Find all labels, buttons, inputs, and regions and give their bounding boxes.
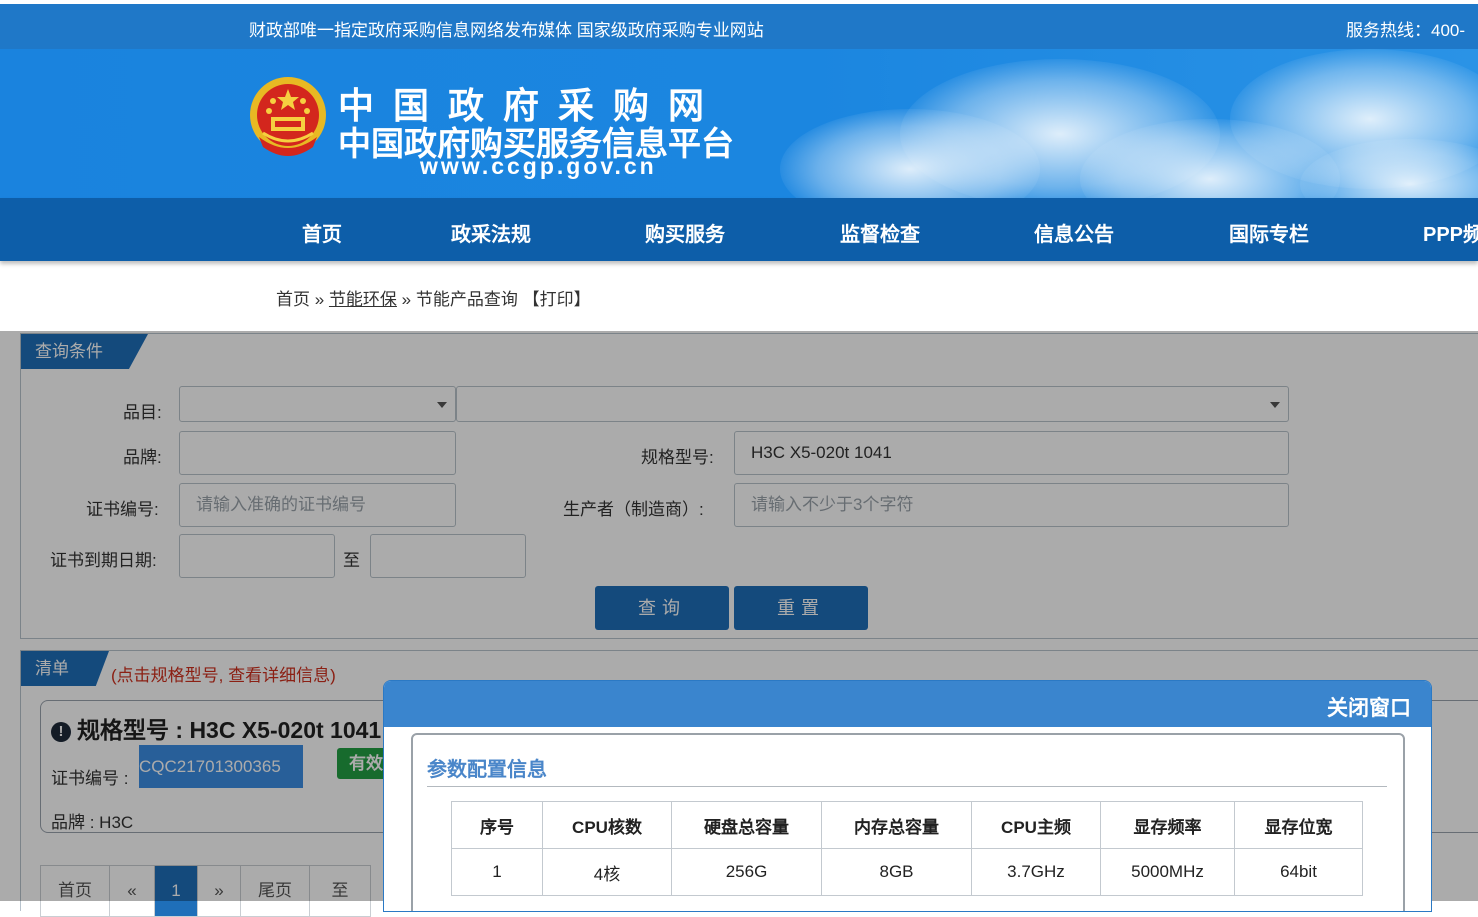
param-modal: 关闭窗口 参数配置信息 序号 CPU核数 硬盘总容量 内存总容量 CPU主频 显…	[383, 680, 1432, 912]
breadcrumb-separator: »	[401, 290, 412, 309]
print-link[interactable]: 【打印】	[523, 290, 591, 309]
param-table: 序号 CPU核数 硬盘总容量 内存总容量 CPU主频 显存频率 显存位宽 1 4…	[451, 801, 1363, 896]
breadcrumb-home[interactable]: 首页	[276, 290, 310, 309]
national-emblem-icon	[250, 77, 326, 156]
column-header: CPU核数	[542, 801, 672, 849]
column-header: 显存频率	[1100, 801, 1235, 849]
site-banner: 中国政府采购网 中国政府购买服务信息平台 www.ccgp.gov.cn	[0, 49, 1478, 198]
nav-item-ppp[interactable]: PPP频	[1423, 218, 1478, 247]
service-hotline: 服务热线：400-	[1346, 21, 1466, 40]
nav-item-announcements[interactable]: 信息公告	[1034, 218, 1114, 247]
main-nav: 首页 政采法规 购买服务 监督检查 信息公告 国际专栏 PPP频	[0, 198, 1478, 261]
divider	[427, 786, 1387, 787]
column-header: CPU主频	[971, 801, 1101, 849]
column-header: 内存总容量	[821, 801, 972, 849]
breadcrumb: 首页 » 节能环保 » 节能产品查询 【打印】	[276, 285, 591, 310]
param-section-title: 参数配置信息	[427, 759, 547, 781]
nav-item-home[interactable]: 首页	[302, 218, 342, 247]
table-cell: 8GB	[821, 848, 972, 896]
column-header: 显存位宽	[1234, 801, 1363, 849]
nav-item-supervision[interactable]: 监督检查	[840, 218, 920, 247]
close-window-button[interactable]: 关闭窗口	[1327, 692, 1411, 722]
breadcrumb-separator: »	[314, 290, 325, 309]
table-cell: 256G	[671, 848, 822, 896]
table-cell: 1	[451, 848, 543, 896]
column-header: 序号	[451, 801, 543, 849]
nav-item-purchase-services[interactable]: 购买服务	[645, 218, 725, 247]
param-section: 参数配置信息 序号 CPU核数 硬盘总容量 内存总容量 CPU主频 显存频率 显…	[411, 733, 1405, 911]
nav-item-international[interactable]: 国际专栏	[1229, 218, 1309, 247]
modal-header: 关闭窗口	[384, 681, 1431, 727]
column-header: 硬盘总容量	[671, 801, 822, 849]
table-header-row: 序号 CPU核数 硬盘总容量 内存总容量 CPU主频 显存频率 显存位宽	[451, 801, 1363, 849]
table-cell: 5000MHz	[1100, 848, 1235, 896]
table-cell: 3.7GHz	[971, 848, 1101, 896]
top-info-bar: 财政部唯一指定政府采购信息网络发布媒体 国家级政府采购专业网站 服务热线：400…	[0, 4, 1478, 49]
site-slogan: 财政部唯一指定政府采购信息网络发布媒体 国家级政府采购专业网站	[249, 21, 764, 40]
table-row: 1 4核 256G 8GB 3.7GHz 5000MHz 64bit	[451, 848, 1363, 896]
table-cell: 64bit	[1234, 848, 1363, 896]
logo-url: www.ccgp.gov.cn	[420, 153, 657, 179]
nav-item-regulations[interactable]: 政采法规	[451, 218, 531, 247]
breadcrumb-energy-saving[interactable]: 节能环保	[329, 290, 397, 309]
breadcrumb-current: 节能产品查询	[415, 290, 518, 309]
table-cell: 4核	[542, 848, 672, 896]
